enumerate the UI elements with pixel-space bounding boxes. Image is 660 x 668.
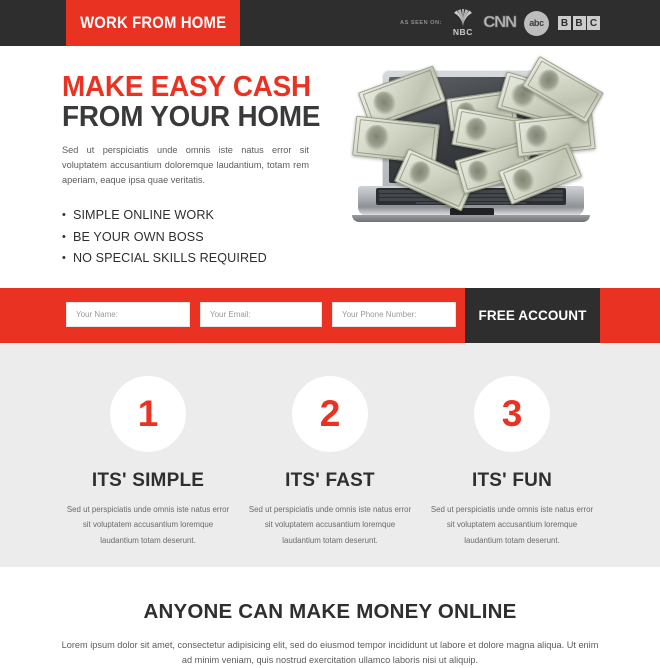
headline-line-1: MAKE EASY CASH xyxy=(62,71,311,103)
list-item: NO SPECIAL SKILLS REQUIRED xyxy=(62,248,347,270)
list-item: SIMPLE ONLINE WORK xyxy=(62,205,347,227)
name-input[interactable] xyxy=(66,302,190,327)
nbc-peacock-icon xyxy=(453,9,472,26)
benefit-list: SIMPLE ONLINE WORK BE YOUR OWN BOSS NO S… xyxy=(62,205,347,270)
bbc-letter-3: C xyxy=(587,16,600,30)
hero-section: MAKE EASY CASH FROM YOUR HOME Sed ut per… xyxy=(0,46,660,288)
feature-column-2: 2 ITS' FAST Sed ut perspiciatis unde omn… xyxy=(244,376,416,548)
feature-number: 3 xyxy=(501,392,523,434)
feature-number: 2 xyxy=(319,392,341,434)
page-title: MAKE EASY CASH FROM YOUR HOME xyxy=(62,72,336,132)
hero-copy: MAKE EASY CASH FROM YOUR HOME Sed ut per… xyxy=(62,72,347,270)
feature-text: Sed ut perspiciatis unde omnis iste natu… xyxy=(430,505,594,545)
nbc-logo-text: NBC xyxy=(452,27,474,37)
feature-title: ITS' FUN xyxy=(471,470,552,491)
feature-title: ITS' SIMPLE xyxy=(91,470,205,491)
site-logo[interactable]: WORK FROM HOME xyxy=(66,0,240,46)
footer-title: ANYONE CAN MAKE MONEY ONLINE xyxy=(143,600,517,623)
abc-logo-text: abc xyxy=(529,18,544,28)
bbc-letter-1: B xyxy=(558,16,571,30)
as-seen-on-label: AS SEEN ON: xyxy=(400,20,442,26)
as-seen-on-group: AS SEEN ON: NBC CNN abc B B C xyxy=(400,0,600,46)
feature-number: 1 xyxy=(137,392,159,434)
abc-logo: abc xyxy=(524,10,549,36)
top-bar: WORK FROM HOME AS SEEN ON: NBC CNN abc B… xyxy=(0,0,660,46)
feature-number-circle: 3 xyxy=(474,376,550,452)
laptop-foot xyxy=(352,215,590,222)
footer-paragraph: Lorem ipsum dolor sit amet, consectetur … xyxy=(61,640,599,665)
list-item: BE YOUR OWN BOSS xyxy=(62,227,347,249)
features-columns: 1 ITS' SIMPLE Sed ut perspiciatis unde o… xyxy=(62,376,598,548)
feature-column-1: 1 ITS' SIMPLE Sed ut perspiciatis unde o… xyxy=(62,376,234,548)
hero-image-laptop-money xyxy=(330,55,620,273)
bbc-letter-2: B xyxy=(572,16,586,30)
feature-text: Sed ut perspiciatis unde omnis iste natu… xyxy=(248,505,412,545)
cnn-logo: CNN xyxy=(483,14,518,32)
footer-section: ANYONE CAN MAKE MONEY ONLINE Lorem ipsum… xyxy=(0,567,660,665)
feature-title: ITS' FAST xyxy=(285,470,375,491)
hero-paragraph: Sed ut perspiciatis unde omnis iste natu… xyxy=(62,145,309,186)
landing-page: WORK FROM HOME AS SEEN ON: NBC CNN abc B… xyxy=(0,0,660,665)
headline-line-2: FROM YOUR HOME xyxy=(62,101,321,134)
feature-number-circle: 1 xyxy=(110,376,186,452)
free-account-button[interactable]: FREE ACCOUNT xyxy=(465,288,600,343)
phone-input[interactable] xyxy=(332,302,456,327)
bbc-logo: B B C xyxy=(558,16,600,30)
feature-number-circle: 2 xyxy=(292,376,368,452)
feature-column-3: 3 ITS' FUN Sed ut perspiciatis unde omni… xyxy=(426,376,598,548)
site-logo-text: WORK FROM HOME xyxy=(79,13,227,32)
email-input[interactable] xyxy=(200,302,322,327)
features-section: 1 ITS' SIMPLE Sed ut perspiciatis unde o… xyxy=(0,343,660,567)
nbc-logo: NBC xyxy=(451,9,475,37)
feature-text: Sed ut perspiciatis unde omnis iste natu… xyxy=(66,505,230,545)
